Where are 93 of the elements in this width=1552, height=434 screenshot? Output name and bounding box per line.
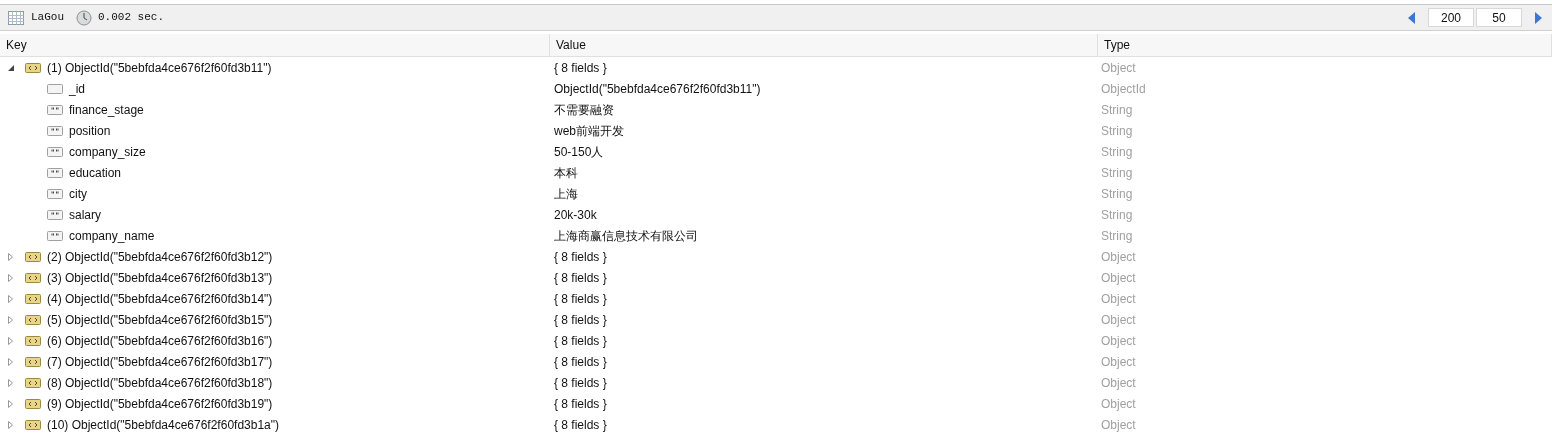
table-icon xyxy=(8,10,24,25)
document-icon xyxy=(25,356,41,367)
previous-page-icon[interactable] xyxy=(1408,11,1416,24)
expand-icon[interactable] xyxy=(8,399,13,408)
value-cell-text: 50-150人 xyxy=(553,143,605,161)
type-cell-text: Object xyxy=(1100,290,1137,308)
key-cell-text: (2) ObjectId("5bebfda4ce676f2f60fd3b12") xyxy=(47,248,273,266)
key-cell-text: (3) ObjectId("5bebfda4ce676f2f60fd3b13") xyxy=(47,269,273,287)
collection-name: LaGou xyxy=(31,10,64,26)
type-cell-text: String xyxy=(1100,122,1134,140)
value-cell-text: 本科 xyxy=(553,164,579,182)
string-icon xyxy=(47,188,63,199)
type-cell-text: Object xyxy=(1100,395,1137,413)
key-cell-text: (7) ObjectId("5bebfda4ce676f2f60fd3b17") xyxy=(47,353,273,371)
expand-icon[interactable] xyxy=(8,357,13,366)
key-cell-text: salary xyxy=(69,206,101,224)
string-icon xyxy=(47,230,63,241)
string-icon xyxy=(47,104,63,115)
key-cell-text: _id xyxy=(69,80,85,98)
type-cell-text: Object xyxy=(1100,311,1137,329)
expand-icon[interactable] xyxy=(8,252,13,261)
value-cell-text: { 8 fields } xyxy=(553,374,608,392)
value-cell-text: { 8 fields } xyxy=(553,395,608,413)
column-header[interactable]: Type xyxy=(1098,34,1552,56)
clock-icon xyxy=(76,9,92,26)
string-icon xyxy=(47,209,63,220)
expand-icon[interactable] xyxy=(8,336,13,345)
key-cell-text: education xyxy=(69,164,122,182)
value-cell-text: { 8 fields } xyxy=(553,353,608,371)
document-icon xyxy=(25,251,41,262)
type-cell-text: String xyxy=(1100,101,1134,119)
type-cell-text: String xyxy=(1100,185,1134,203)
expand-icon[interactable] xyxy=(8,294,13,303)
collapse-icon[interactable] xyxy=(8,64,14,71)
value-cell-text: { 8 fields } xyxy=(553,290,608,308)
value-cell-text: web前端开发 xyxy=(553,122,625,140)
key-cell-text: (6) ObjectId("5bebfda4ce676f2f60fd3b16") xyxy=(47,332,273,350)
document-icon xyxy=(25,335,41,346)
column-header[interactable]: Key xyxy=(0,34,550,56)
type-cell-text: Object xyxy=(1100,374,1137,392)
document-icon xyxy=(25,272,41,283)
type-cell-text: Object xyxy=(1100,353,1137,371)
expand-icon[interactable] xyxy=(8,315,13,324)
skip-field[interactable]: 200 xyxy=(1428,8,1474,27)
type-cell-text: ObjectId xyxy=(1100,80,1147,98)
key-cell-text: (4) ObjectId("5bebfda4ce676f2f60fd3b14") xyxy=(47,290,273,308)
expand-icon[interactable] xyxy=(8,273,13,282)
value-cell-text: { 8 fields } xyxy=(553,269,608,287)
string-icon xyxy=(47,146,63,157)
value-cell-text: { 8 fields } xyxy=(553,248,608,266)
type-cell-text: Object xyxy=(1100,416,1137,434)
key-cell-text: (9) ObjectId("5bebfda4ce676f2f60fd3b19") xyxy=(47,395,273,413)
type-cell-text: String xyxy=(1100,206,1134,224)
value-cell-text: 不需要融资 xyxy=(553,101,615,119)
key-cell-text: company_size xyxy=(69,143,146,161)
document-icon xyxy=(25,314,41,325)
value-cell-text: { 8 fields } xyxy=(553,311,608,329)
document-icon xyxy=(25,377,41,388)
type-cell-text: Object xyxy=(1100,269,1137,287)
value-cell-text: ObjectId("5bebfda4ce676f2f60fd3b11") xyxy=(553,80,762,98)
expand-icon[interactable] xyxy=(8,378,13,387)
value-cell-text: { 8 fields } xyxy=(553,416,608,434)
value-cell-text: 20k-30k xyxy=(553,206,598,224)
type-cell-text: Object xyxy=(1100,248,1137,266)
string-icon xyxy=(47,125,63,136)
type-cell-text: String xyxy=(1100,164,1134,182)
key-cell-text: (8) ObjectId("5bebfda4ce676f2f60fd3b18") xyxy=(47,374,273,392)
key-cell-text: (10) ObjectId("5bebfda4ce676f2f60fd3b1a") xyxy=(47,416,279,434)
key-cell-text: city xyxy=(69,185,87,203)
document-icon xyxy=(25,293,41,304)
type-cell-text: Object xyxy=(1100,59,1137,77)
type-cell-text: String xyxy=(1100,143,1134,161)
value-cell-text: { 8 fields } xyxy=(553,332,608,350)
document-icon xyxy=(25,398,41,409)
type-cell-text: Object xyxy=(1100,332,1137,350)
next-page-icon[interactable] xyxy=(1534,11,1542,24)
document-icon xyxy=(25,62,41,73)
key-cell-text: (1) ObjectId("5bebfda4ce676f2f60fd3b11") xyxy=(47,59,272,77)
key-cell-text: finance_stage xyxy=(69,101,144,119)
type-cell-text: String xyxy=(1100,227,1134,245)
key-cell-text: (5) ObjectId("5bebfda4ce676f2f60fd3b15") xyxy=(47,311,273,329)
expand-icon[interactable] xyxy=(8,420,13,429)
field-icon xyxy=(47,83,63,94)
value-cell-text: 上海 xyxy=(553,185,579,203)
document-icon xyxy=(25,419,41,430)
limit-field[interactable]: 50 xyxy=(1476,8,1522,27)
value-cell-text: { 8 fields } xyxy=(553,59,608,77)
value-cell-text: 上海商赢信息技术有限公司 xyxy=(553,227,699,245)
column-header[interactable]: Value xyxy=(550,34,1098,56)
string-icon xyxy=(47,167,63,178)
key-cell-text: company_name xyxy=(69,227,155,245)
query-time: 0.002 sec. xyxy=(98,10,165,26)
key-cell-text: position xyxy=(69,122,111,140)
